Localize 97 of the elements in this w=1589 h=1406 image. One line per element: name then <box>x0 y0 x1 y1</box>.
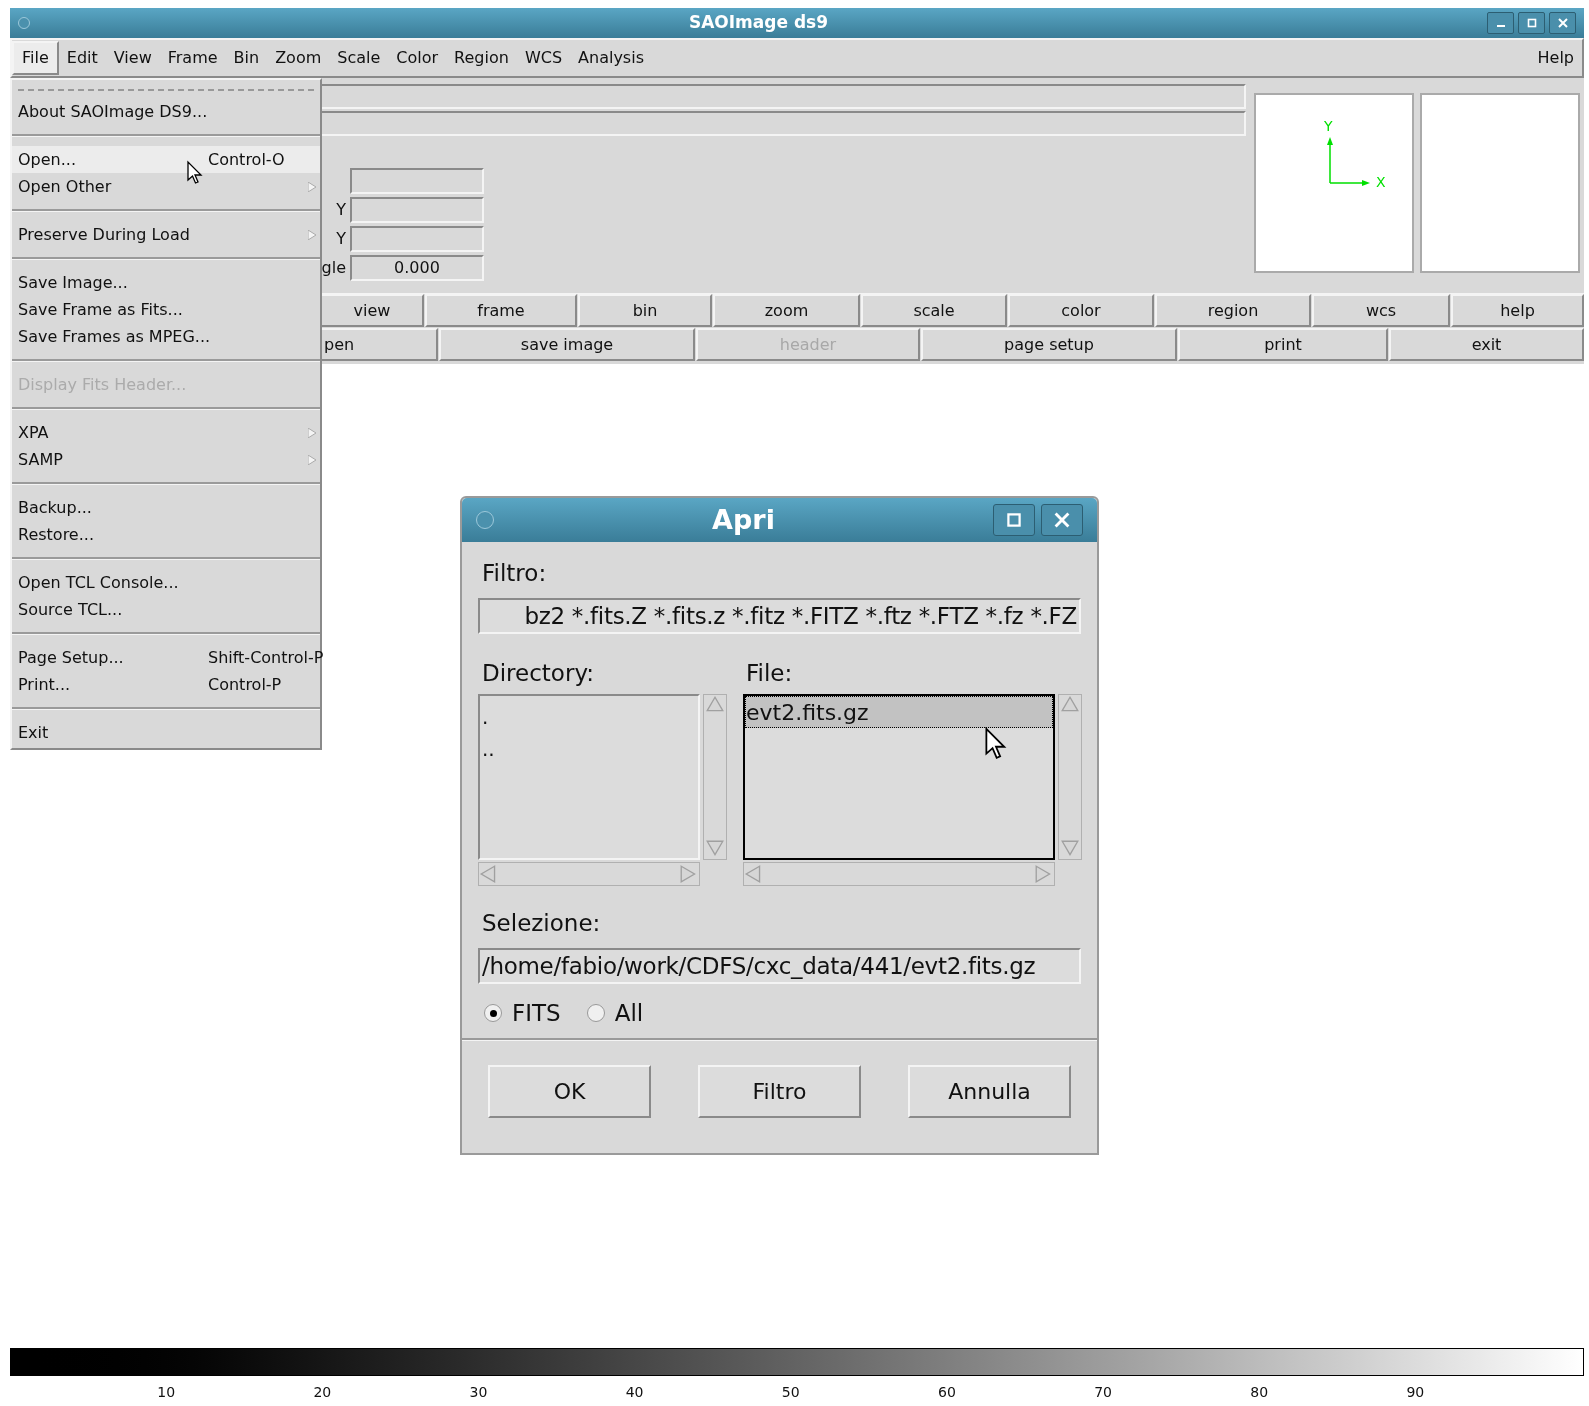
menu-entry[interactable]: Save Frame as Fits... <box>12 296 320 323</box>
menu-item[interactable]: Scale <box>329 41 389 75</box>
toolbar-button[interactable]: pen <box>320 328 438 361</box>
minimize-button[interactable] <box>1487 12 1514 34</box>
axis-label: X <box>1376 175 1386 189</box>
menu-entry[interactable]: Backup... <box>12 494 320 521</box>
axis-label: Y <box>1324 119 1333 133</box>
menu-item[interactable]: View <box>105 41 160 75</box>
colorbar-tick-label: 60 <box>938 1383 956 1402</box>
horizontal-scrollbar[interactable] <box>743 862 1055 886</box>
dialog-title: Apri <box>711 502 776 537</box>
menu-entry[interactable]: XPA <box>12 419 320 446</box>
dialog-button[interactable]: Filtro <box>698 1065 861 1118</box>
toolbar-button[interactable]: help <box>1451 294 1584 327</box>
menu-entry[interactable]: Open Other <box>12 173 320 200</box>
info-field: 0.000 <box>350 255 484 281</box>
directory-label: Directory: <box>481 659 596 684</box>
horizontal-scrollbar[interactable] <box>478 862 700 886</box>
file-label: File: <box>746 659 793 684</box>
menu-item[interactable]: Bin <box>225 41 268 75</box>
colorbar-tick-label: 90 <box>1406 1383 1425 1402</box>
vertical-scrollbar[interactable] <box>1058 694 1082 860</box>
window-title: SAOImage ds9 <box>687 11 830 35</box>
menu-entry[interactable]: About SAOImage DS9... <box>12 98 320 125</box>
menu-item[interactable]: Edit <box>58 41 106 75</box>
menu-entry[interactable]: Open... Control-O <box>12 146 320 173</box>
dialog-button[interactable]: Annulla <box>908 1065 1071 1118</box>
window-menu-icon[interactable] <box>476 511 494 529</box>
field-label: Y <box>336 199 346 221</box>
toolbar-button[interactable]: save image <box>439 328 695 361</box>
menu-item[interactable]: Frame <box>159 41 226 75</box>
close-button[interactable] <box>1549 12 1576 34</box>
menu-item[interactable]: Region <box>446 41 517 75</box>
menu-entry[interactable]: Exit <box>12 719 320 746</box>
colorbar-tick-label: 30 <box>469 1383 488 1402</box>
menu-entry[interactable]: Source TCL... <box>12 596 320 623</box>
menu-entry[interactable]: Print... Control-P <box>12 671 320 698</box>
toolbar-button[interactable]: color <box>1008 294 1154 327</box>
pointer-cursor-icon <box>187 160 203 186</box>
list-item[interactable]: evt2.fits.gz <box>745 696 1053 728</box>
submenu-arrow-icon <box>308 181 316 192</box>
radio-button[interactable]: FITS <box>484 995 561 1031</box>
menu-item[interactable]: Help <box>1529 46 1582 70</box>
field-label: gle <box>321 257 346 279</box>
menu-entry[interactable]: Restore... <box>12 521 320 548</box>
dialog-button[interactable]: OK <box>488 1065 651 1118</box>
close-button[interactable] <box>1041 504 1083 536</box>
file-list[interactable]: evt2.fits.gz <box>743 694 1055 860</box>
filter-label: Filtro: <box>481 559 548 586</box>
toolbar-button[interactable]: region <box>1155 294 1311 327</box>
window-menu-icon[interactable] <box>18 17 30 29</box>
selection-field[interactable]: /home/fabio/work/CDFS/cxc_data/441/evt2.fits.gz <box>478 948 1081 984</box>
menu-entry[interactable]: Preserve During Load <box>12 221 320 248</box>
colorbar-tick-label: 80 <box>1250 1383 1269 1402</box>
colorbar-tick-label: 10 <box>157 1383 176 1402</box>
field-label: Y <box>336 228 346 250</box>
menu-item[interactable]: WCS <box>516 41 571 75</box>
radio-button[interactable]: All <box>586 995 644 1031</box>
toolbar-button[interactable]: view <box>320 294 424 327</box>
selection-label: Selezione: <box>481 909 602 936</box>
menu-item[interactable]: Color <box>388 41 447 75</box>
directory-list[interactable]: . .. <box>478 694 700 860</box>
filter-field[interactable]: bz2 *.fits.Z *.fits.z *.fitz *.FITZ *.ftz *.FTZ *.fz *.FZ <box>478 598 1081 634</box>
menu-entry[interactable]: Open TCL Console... <box>12 569 320 596</box>
menu-entry[interactable]: SAMP <box>12 446 320 473</box>
toolbar-button[interactable]: zoom <box>713 294 860 327</box>
toolbar-button[interactable]: frame <box>425 294 577 327</box>
toolbar-button[interactable]: print <box>1178 328 1388 361</box>
toolbar-button[interactable]: exit <box>1389 328 1584 361</box>
minimize-icon <box>1496 25 1505 27</box>
menu-item[interactable]: File <box>12 41 59 75</box>
submenu-arrow-icon <box>308 454 316 465</box>
maximize-button[interactable] <box>993 504 1035 536</box>
toolbar-button[interactable]: bin <box>578 294 712 327</box>
menu-entry[interactable]: Save Image... <box>12 269 320 296</box>
pointer-cursor-icon <box>985 727 1007 761</box>
list-item[interactable]: .. <box>480 734 698 766</box>
vertical-scrollbar[interactable] <box>703 694 727 860</box>
toolbar-button[interactable]: page setup <box>921 328 1177 361</box>
menu-item[interactable]: Analysis <box>570 41 652 75</box>
submenu-arrow-icon <box>308 229 316 240</box>
menu-entry[interactable]: Save Frames as MPEG... <box>12 323 320 350</box>
maximize-button[interactable] <box>1518 12 1545 34</box>
maximize-icon <box>1006 512 1022 528</box>
tearoff-line[interactable] <box>18 89 314 91</box>
submenu-arrow-icon <box>308 427 316 438</box>
menu-item[interactable]: Zoom <box>267 41 330 75</box>
colorbar-tick-label: 70 <box>1094 1383 1112 1402</box>
colorbar-tick-label: 40 <box>625 1383 644 1402</box>
list-item[interactable]: . <box>480 702 698 734</box>
toolbar-button[interactable]: scale <box>861 294 1007 327</box>
toolbar-button[interactable]: wcs <box>1312 294 1450 327</box>
close-icon <box>1054 512 1070 528</box>
close-icon <box>1557 18 1568 28</box>
colorbar-tick-label: 20 <box>313 1383 332 1402</box>
colorbar-tick-label: 50 <box>781 1383 800 1402</box>
maximize-icon <box>1526 18 1537 28</box>
